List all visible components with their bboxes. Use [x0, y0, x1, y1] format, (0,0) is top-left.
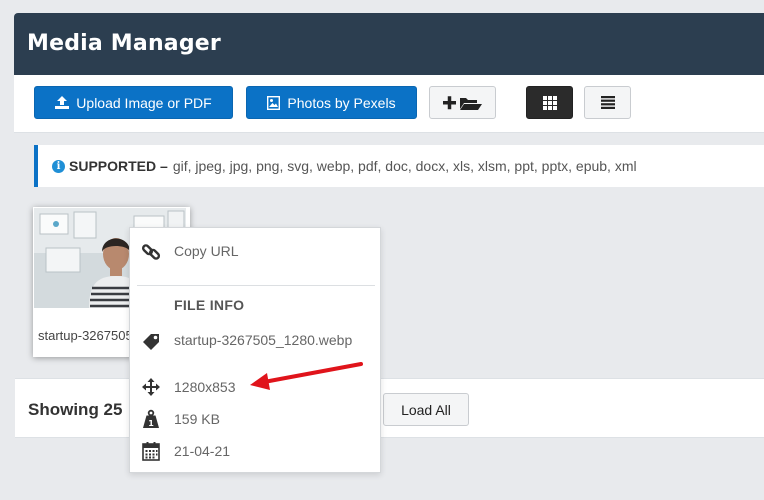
- size-row: 1 159 KB: [130, 409, 380, 431]
- file-size: 159 KB: [174, 411, 220, 427]
- upload-label: Upload Image or PDF: [76, 94, 212, 111]
- file-date: 21-04-21: [174, 443, 231, 459]
- media-item-name: startup-3267505_1280.webp: [38, 328, 138, 343]
- page-title: Media Manager: [27, 31, 221, 56]
- copy-url-label: Copy URL: [174, 243, 239, 259]
- grid-view-button[interactable]: [526, 86, 573, 119]
- file-info-heading: FILE INFO: [174, 297, 245, 313]
- app-header: Media Manager: [14, 13, 764, 75]
- pexels-label: Photos by Pexels: [287, 94, 396, 111]
- arrows-move-icon: [141, 377, 161, 397]
- file-name: startup-3267505_1280.webp: [174, 332, 353, 348]
- upload-button[interactable]: Upload Image or PDF: [34, 86, 233, 119]
- supported-formats-notice: i SUPPORTED – gif, jpeg, jpg, png, svg, …: [34, 145, 764, 187]
- list-icon: [600, 96, 615, 109]
- supported-label: SUPPORTED –: [69, 158, 168, 174]
- info-icon: i: [52, 159, 65, 173]
- date-row: 21-04-21: [130, 441, 380, 463]
- link-icon: [141, 242, 161, 262]
- svg-text:1: 1: [148, 419, 154, 428]
- upload-icon: [55, 96, 70, 109]
- grid-icon: [542, 95, 557, 110]
- file-context-menu: Copy URL FILE INFO startup-3267505_1280.…: [129, 227, 381, 473]
- image-icon: [267, 95, 281, 110]
- supported-formats: gif, jpeg, jpg, png, svg, webp, pdf, doc…: [172, 158, 637, 174]
- toolbar: Upload Image or PDF Photos by Pexels: [14, 75, 764, 133]
- showing-count: Showing 25: [28, 400, 123, 419]
- tag-icon: [141, 332, 161, 352]
- weight-icon: 1: [141, 409, 161, 429]
- menu-divider: [137, 285, 375, 286]
- new-folder-button[interactable]: [429, 86, 496, 119]
- load-all-label: Load All: [401, 401, 451, 418]
- file-dimensions: 1280x853: [174, 379, 236, 395]
- annotation-arrow: [250, 362, 363, 390]
- pexels-button[interactable]: Photos by Pexels: [246, 86, 417, 119]
- load-all-button[interactable]: Load All: [383, 393, 469, 426]
- copy-url-menu-item[interactable]: Copy URL: [130, 242, 380, 264]
- list-view-button[interactable]: [584, 86, 631, 119]
- add-folder-icon: [442, 95, 482, 110]
- calendar-icon: [141, 441, 161, 461]
